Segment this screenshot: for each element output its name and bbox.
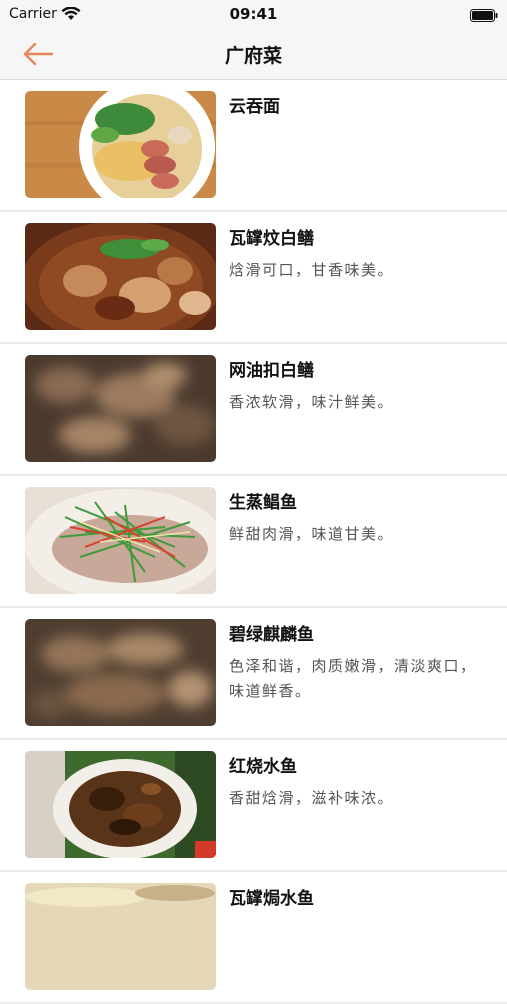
dish-item-green-qilin-fish[interactable]: 碧绿麒麟鱼 色泽和谐，肉质嫩滑，清淡爽口，味道鲜香。 [0, 608, 507, 740]
dish-item-steamed-pomfret[interactable]: 生蒸鲳鱼 鲜甜肉滑，味道甘美。 [0, 476, 507, 608]
dish-photo [25, 883, 216, 990]
battery-icon [470, 7, 498, 22]
dish-name: 红烧水鱼 [229, 757, 297, 777]
dish-photo [25, 223, 216, 330]
dish-photo [25, 751, 216, 858]
navigation-bar: 广府菜 [0, 28, 507, 80]
dish-item-clay-pot-turtle[interactable]: 瓦罉焗水鱼 [0, 872, 507, 1004]
dish-photo [25, 91, 216, 198]
dish-description: 香浓软滑，味汁鲜美。 [229, 393, 395, 411]
dish-description: 鲜甜肉滑，味道甘美。 [229, 525, 395, 543]
dish-name: 瓦罉焗水鱼 [229, 889, 314, 909]
dish-item-wonton-noodle[interactable]: 云吞面 [0, 80, 507, 212]
dish-name: 云吞面 [229, 97, 280, 117]
dish-photo [25, 355, 216, 462]
dish-photo [25, 487, 216, 594]
dish-name: 碧绿麒麟鱼 [229, 625, 314, 645]
dish-description: 香甜焓滑，滋补味浓。 [229, 789, 395, 807]
dish-description: 色泽和谐，肉质嫩滑，清淡爽口，味道鲜香。 [229, 657, 477, 700]
dish-name: 网油扣白鳝 [229, 361, 314, 381]
dish-photo [25, 619, 216, 726]
dish-name: 瓦罉炆白鳝 [229, 229, 314, 249]
dish-name: 生蒸鲳鱼 [229, 493, 297, 513]
status-bar: Carrier 09:41 [0, 0, 507, 28]
dish-item-clay-pot-eel[interactable]: 瓦罉炆白鳝 焓滑可口，甘香味美。 [0, 212, 507, 344]
dish-description: 焓滑可口，甘香味美。 [229, 261, 395, 279]
dish-item-braised-turtle[interactable]: 红烧水鱼 香甜焓滑，滋补味浓。 [0, 740, 507, 872]
page-title: 广府菜 [224, 45, 282, 67]
dish-item-caul-fat-eel[interactable]: 网油扣白鳝 香浓软滑，味汁鲜美。 [0, 344, 507, 476]
status-time: 09:41 [229, 5, 278, 23]
